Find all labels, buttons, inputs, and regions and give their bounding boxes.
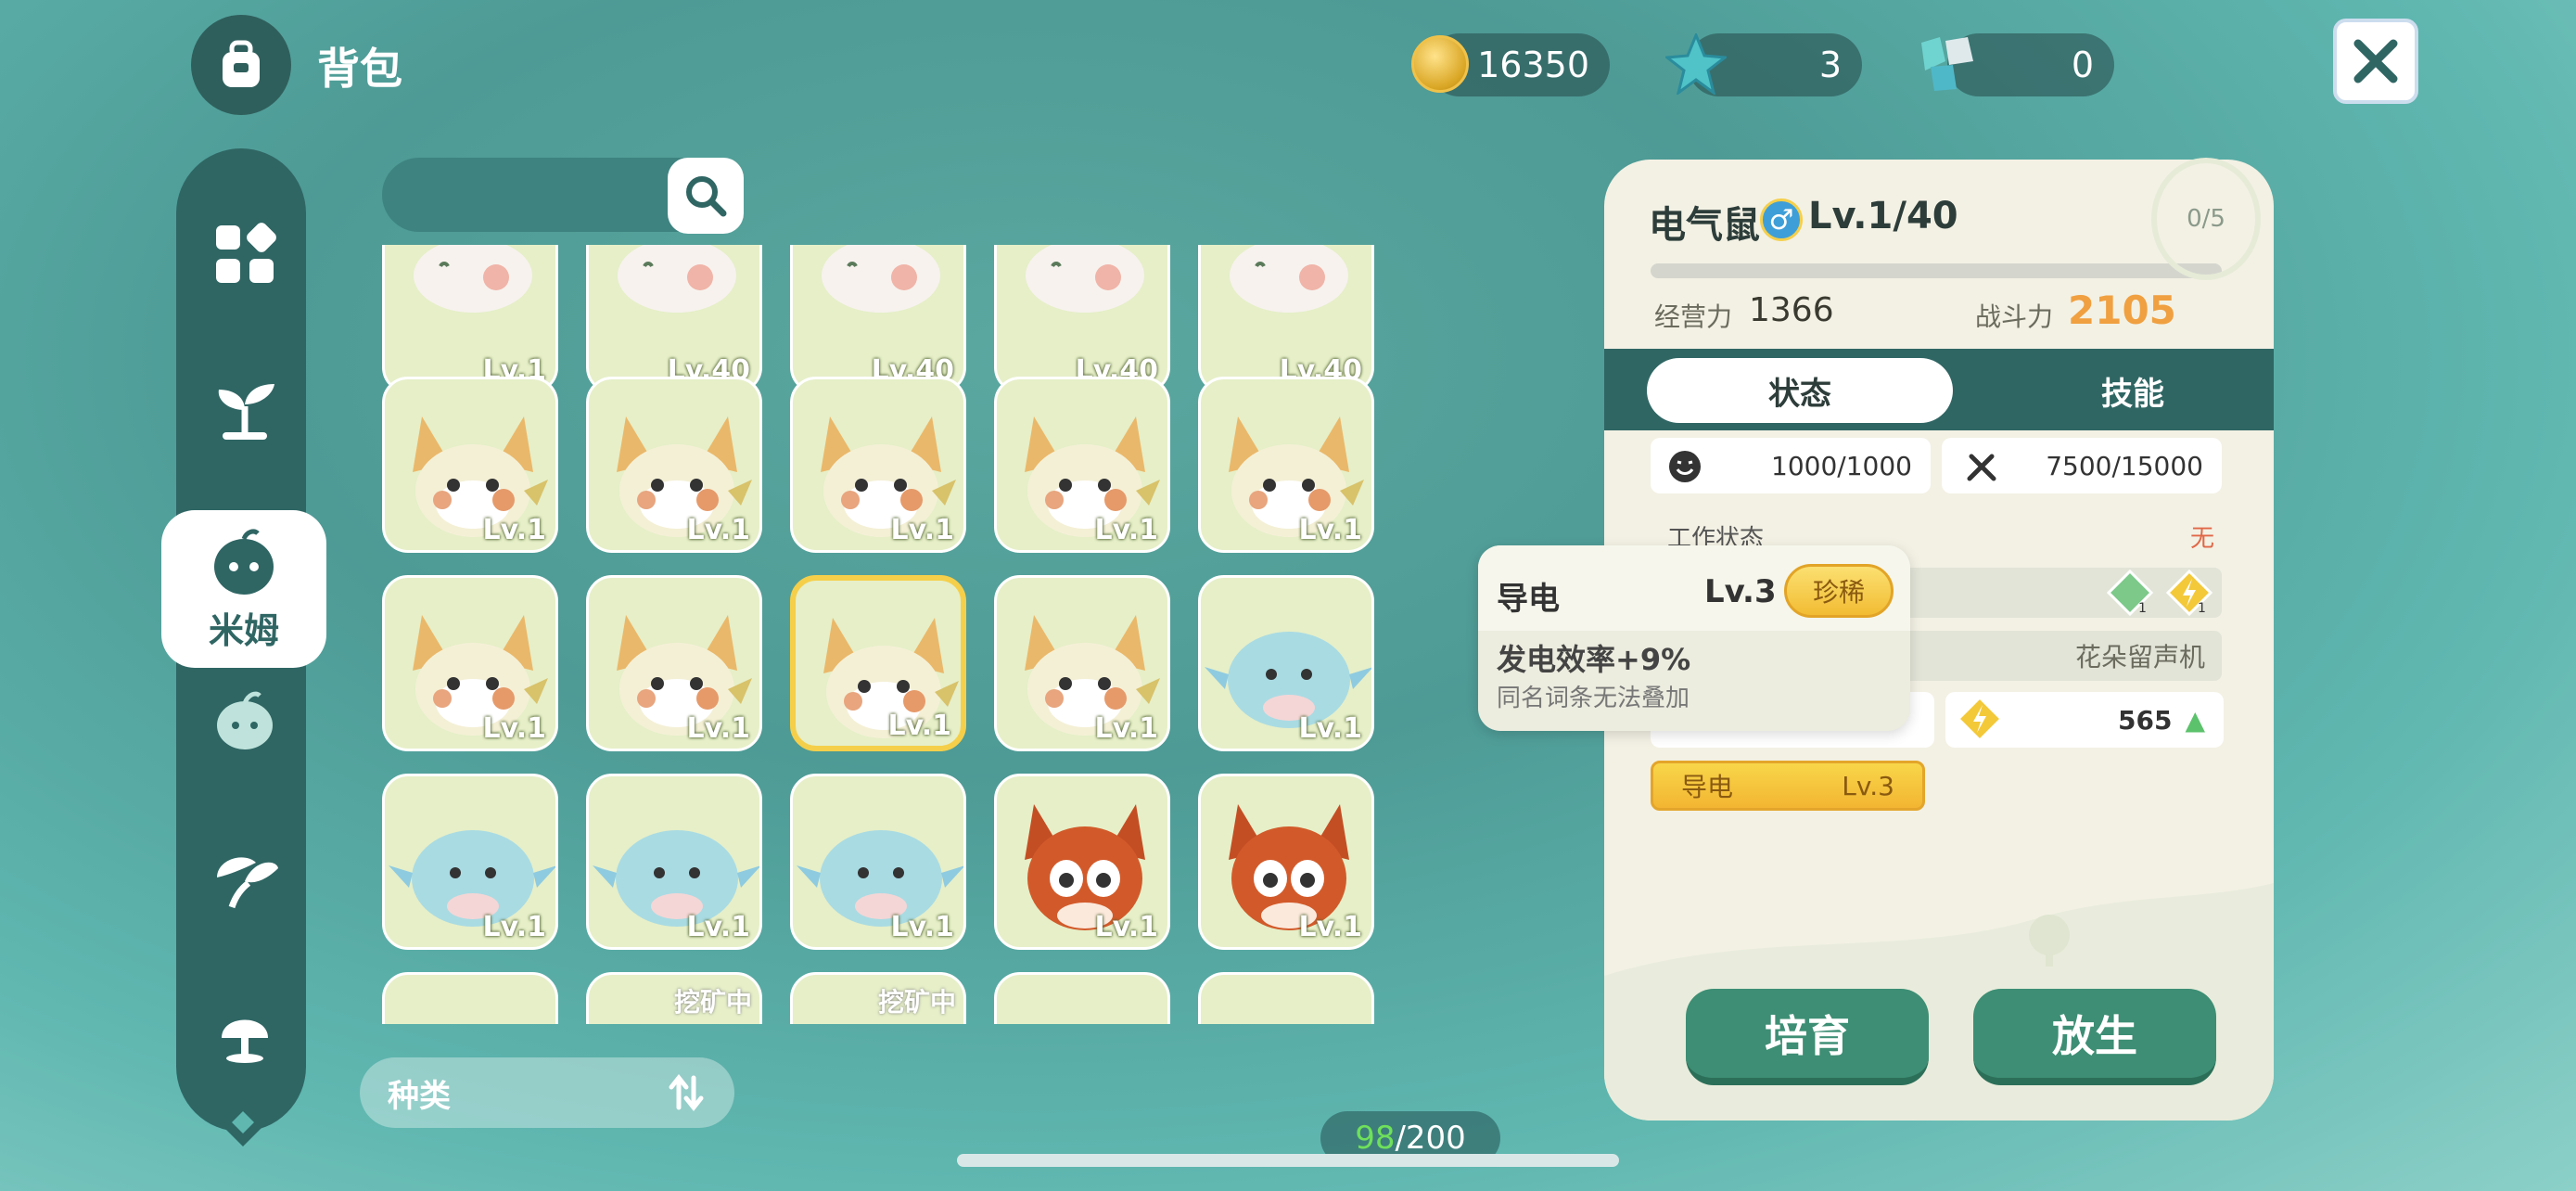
- trait-badge[interactable]: 导电 Lv.3: [1651, 761, 1925, 811]
- creature-slot[interactable]: Lv.1: [382, 377, 558, 553]
- slot-level: Lv.1: [890, 514, 955, 546]
- creature-slot[interactable]: Lv.1: [586, 377, 762, 553]
- page-title: 背包: [317, 44, 402, 94]
- slot-level: Lv.1: [1094, 514, 1159, 546]
- electric-skill-icon: 1: [2165, 569, 2213, 620]
- rarity-badge: 珍稀: [1784, 564, 1894, 618]
- creature-slot[interactable]: Lv.40: [586, 245, 762, 393]
- mining-status-label: 挖矿中: [673, 987, 752, 1018]
- lamp-icon: [222, 1019, 268, 1063]
- type-filter-label: 种类: [388, 1077, 451, 1115]
- creature-name: 电气鼠: [1649, 204, 1760, 247]
- management-value: 1366: [1749, 291, 1834, 329]
- slot-level: Lv.1: [890, 911, 955, 943]
- creature-slot[interactable]: Lv.1: [790, 575, 966, 751]
- creature-slot[interactable]: [382, 972, 558, 1024]
- mushroom-icon: [217, 857, 278, 909]
- grid-icon: [216, 223, 276, 283]
- creature-slot[interactable]: Lv.1: [586, 575, 762, 751]
- creature-level: Lv.1/40: [1808, 195, 1958, 237]
- slot-level: Lv.1: [686, 712, 751, 745]
- home-indicator[interactable]: [957, 1154, 1619, 1167]
- male-icon: ♂: [1760, 198, 1803, 241]
- utensils-icon: [1964, 449, 1999, 488]
- search-icon: [686, 176, 727, 217]
- sidebar-item-all[interactable]: [195, 204, 295, 304]
- close-button[interactable]: [2333, 19, 2418, 104]
- close-icon: [2353, 39, 2398, 83]
- creature-slot[interactable]: 挖矿中: [790, 972, 966, 1024]
- creature-slot[interactable]: Lv.1: [994, 377, 1170, 553]
- slot-level: Lv.1: [1298, 514, 1363, 546]
- slot-level: Lv.1: [1094, 712, 1159, 745]
- sidebar-item-fruit[interactable]: [195, 670, 295, 770]
- slot-level: Lv.1: [482, 514, 547, 546]
- star-crystal-icon: [1664, 32, 1728, 98]
- sidebar-item-mim[interactable]: 米姆: [161, 510, 326, 668]
- creature-slot[interactable]: [994, 972, 1170, 1024]
- creature-slot[interactable]: Lv.40: [994, 245, 1170, 393]
- gem-icon: [1912, 33, 1981, 98]
- svg-text:1: 1: [2198, 601, 2206, 616]
- mood-face-icon: [1667, 449, 1702, 488]
- svg-text:1: 1: [2138, 601, 2147, 616]
- type-filter-button[interactable]: 种类: [360, 1057, 734, 1128]
- creature-slot[interactable]: Lv.1: [382, 774, 558, 950]
- creature-slot[interactable]: Lv.1: [994, 575, 1170, 751]
- electric-production-icon: [1956, 695, 2004, 746]
- tab-skills[interactable]: 技能: [1994, 358, 2272, 423]
- creature-slot[interactable]: Lv.1: [1198, 774, 1374, 950]
- creature-slot[interactable]: [1198, 972, 1374, 1024]
- creature-slot[interactable]: Lv.1: [790, 774, 966, 950]
- combat-value: 2105: [2068, 288, 2176, 333]
- creature-grid: Lv.1 Lv.40 Lv.40 Lv.40 Lv.40 Lv.1 Lv.1 Lv.1 Lv.1…: [382, 245, 1374, 1024]
- creature-slot[interactable]: Lv.1: [382, 575, 558, 751]
- mining-status-label: 挖矿中: [877, 987, 956, 1018]
- fruit-icon: [217, 691, 273, 749]
- sidebar-bottom-ornament-icon: [215, 1095, 271, 1154]
- sidebar-item-plants[interactable]: [195, 358, 295, 458]
- slot-level: Lv.1: [686, 514, 751, 546]
- sprout-icon: [218, 384, 274, 440]
- experience-bar: [1651, 263, 2222, 278]
- creature-slot[interactable]: Lv.1: [1198, 377, 1374, 553]
- tab-status[interactable]: 状态: [1647, 358, 1953, 423]
- creature-slot[interactable]: Lv.1: [1198, 575, 1374, 751]
- slot-level: Lv.1: [1094, 911, 1159, 943]
- creature-slot[interactable]: Lv.1: [382, 245, 558, 393]
- backpack-icon: [191, 15, 291, 115]
- creature-slot[interactable]: Lv.1: [994, 774, 1170, 950]
- sidebar-item-furniture[interactable]: [195, 983, 295, 1083]
- tooltip-trait-level: Lv.3: [1704, 573, 1777, 610]
- creature-slot[interactable]: 挖矿中: [586, 972, 762, 1024]
- coin-icon: [1411, 35, 1469, 93]
- slot-level: Lv.1: [887, 710, 952, 742]
- creature-slot[interactable]: Lv.40: [790, 245, 966, 393]
- creature-slot[interactable]: Lv.1: [790, 377, 966, 553]
- planting-skill-icon: 1: [2106, 569, 2154, 620]
- tooltip-trait-name: 导电: [1497, 581, 1560, 618]
- combat-label: 战斗力: [1975, 301, 2054, 332]
- increase-arrow-icon: ▲: [2185, 704, 2205, 736]
- creature-slot[interactable]: Lv.40: [1198, 245, 1374, 393]
- slot-level: Lv.1: [686, 911, 751, 943]
- sort-icon: [669, 1073, 704, 1112]
- release-button[interactable]: 放生: [1973, 989, 2216, 1085]
- management-label: 经营力: [1654, 301, 1733, 332]
- search-button[interactable]: [668, 158, 744, 234]
- slot-level: Lv.1: [482, 712, 547, 745]
- slot-level: Lv.1: [1298, 712, 1363, 745]
- tooltip-note: 同名词条无法叠加: [1497, 685, 1690, 712]
- work-status-value: 无: [2190, 525, 2215, 553]
- tooltip-effect: 发电效率+9%: [1497, 642, 1691, 677]
- sidebar-item-mushroom[interactable]: [195, 827, 295, 928]
- fruit-slot-badge[interactable]: 0/5: [2151, 158, 2261, 280]
- sidebar-item-label: 米姆: [208, 609, 279, 651]
- creature-slot[interactable]: Lv.1: [586, 774, 762, 950]
- train-button[interactable]: 培育: [1686, 989, 1929, 1085]
- slot-level: Lv.1: [482, 911, 547, 943]
- slot-level: Lv.1: [1298, 911, 1363, 943]
- mim-icon: [214, 529, 274, 595]
